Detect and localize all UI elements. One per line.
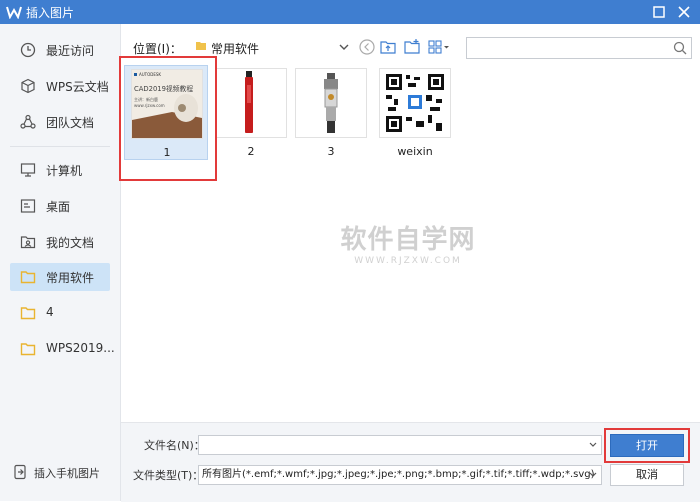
maximize-icon[interactable] [650, 3, 668, 21]
sidebar-item-label: WPS云文档 [46, 80, 109, 94]
folder-icon [196, 42, 206, 50]
desktop-icon [20, 199, 36, 213]
sidebar-item-label: 团队文档 [46, 116, 95, 130]
filetype-value: 所有图片(*.emf;*.wmf;*.jpg;*.jpeg;*.jpe;*.pn… [202, 469, 595, 480]
file-item-weixin[interactable]: weixin [373, 65, 457, 160]
sidebar-item-label: WPS2019... [46, 341, 115, 355]
chevron-down-icon[interactable] [335, 38, 353, 56]
location-label: 位置(I)： [133, 42, 182, 56]
thumbnail-qr-code [379, 68, 451, 138]
watermark-sub: WWW.RJZXW.COM [354, 256, 462, 266]
watermark-main: 软件自学网 [340, 225, 476, 255]
file-form: 文件名(N)： 打开 文件类型(T)： 所有图片(*.emf;*.wmf;*.j… [121, 422, 700, 502]
file-name: 3 [327, 145, 335, 158]
thumbnail-atomizer [295, 68, 367, 138]
highlight-box-open [604, 428, 690, 463]
wps-logo-icon [6, 6, 22, 19]
sidebar-item-common-software[interactable]: 常用软件 [10, 263, 110, 291]
sidebar-item-computer[interactable]: 计算机 [10, 156, 110, 184]
title-bar: 插入图片 [0, 0, 700, 24]
file-item-2[interactable]: 2 [209, 65, 293, 160]
sidebar-item-label: 最近访问 [46, 44, 95, 58]
sidebar-item-desktop[interactable]: 桌面 [10, 192, 110, 220]
sidebar: 最近访问 WPS云文档 团队文档 计算机 桌面 我的文档 常用软件 4 WPS2… [0, 24, 121, 501]
sidebar-item-label: 常用软件 [46, 271, 95, 285]
view-mode-icon[interactable] [427, 38, 451, 56]
back-icon[interactable] [358, 38, 376, 56]
new-folder-icon[interactable] [403, 38, 421, 56]
main-panel: 位置(I)： 常用软件 AUTODESK CAD2019视频教程 主讲：新白鹿 … [119, 24, 700, 502]
my-docs-icon [20, 236, 36, 249]
up-folder-icon[interactable] [379, 38, 397, 56]
sidebar-item-label: 4 [46, 305, 54, 319]
file-name: weixin [397, 145, 433, 158]
sidebar-item-wps-cloud[interactable]: WPS云文档 [10, 72, 110, 100]
filename-label: 文件名(N)： [144, 439, 205, 452]
sidebar-item-label: 桌面 [46, 200, 71, 214]
sidebar-item-wps2019[interactable]: WPS2019... [10, 335, 115, 363]
phone-import-icon [14, 464, 26, 480]
sidebar-item-recent[interactable]: 最近访问 [10, 36, 110, 64]
folder-icon [20, 343, 36, 356]
team-icon [20, 114, 36, 129]
location-current[interactable]: 常用软件 [211, 40, 259, 57]
computer-icon [20, 163, 36, 177]
cancel-button[interactable]: 取消 [610, 464, 684, 486]
close-icon[interactable] [675, 3, 693, 21]
chevron-down-icon[interactable] [589, 442, 597, 448]
cube-icon [21, 78, 35, 94]
sidebar-item-team-docs[interactable]: 团队文档 [10, 108, 110, 136]
chevron-down-icon[interactable] [589, 472, 597, 478]
insert-phone-images-label: 插入手机图片 [34, 467, 100, 480]
filename-input[interactable] [198, 435, 602, 455]
sidebar-item-label: 计算机 [46, 164, 83, 178]
highlight-box-thumbnail [119, 56, 217, 181]
search-input[interactable] [466, 37, 692, 59]
sidebar-item-folder-4[interactable]: 4 [10, 299, 110, 327]
sidebar-divider [10, 146, 110, 147]
sidebar-item-label: 我的文档 [46, 236, 95, 250]
sidebar-item-my-docs[interactable]: 我的文档 [10, 228, 110, 256]
file-name: 2 [247, 145, 255, 158]
watermark: 软件自学网 WWW.RJZXW.COM [333, 219, 483, 266]
search-icon[interactable] [673, 41, 687, 55]
filetype-label: 文件类型(T)： [133, 469, 204, 482]
thumbnail-red-device [215, 68, 287, 138]
filetype-select[interactable]: 所有图片(*.emf;*.wmf;*.jpg;*.jpeg;*.jpe;*.pn… [198, 465, 602, 485]
folder-icon [20, 307, 36, 320]
clock-icon [20, 42, 36, 58]
window-title: 插入图片 [26, 6, 75, 20]
folder-icon [20, 271, 36, 284]
file-item-3[interactable]: 3 [289, 65, 373, 160]
